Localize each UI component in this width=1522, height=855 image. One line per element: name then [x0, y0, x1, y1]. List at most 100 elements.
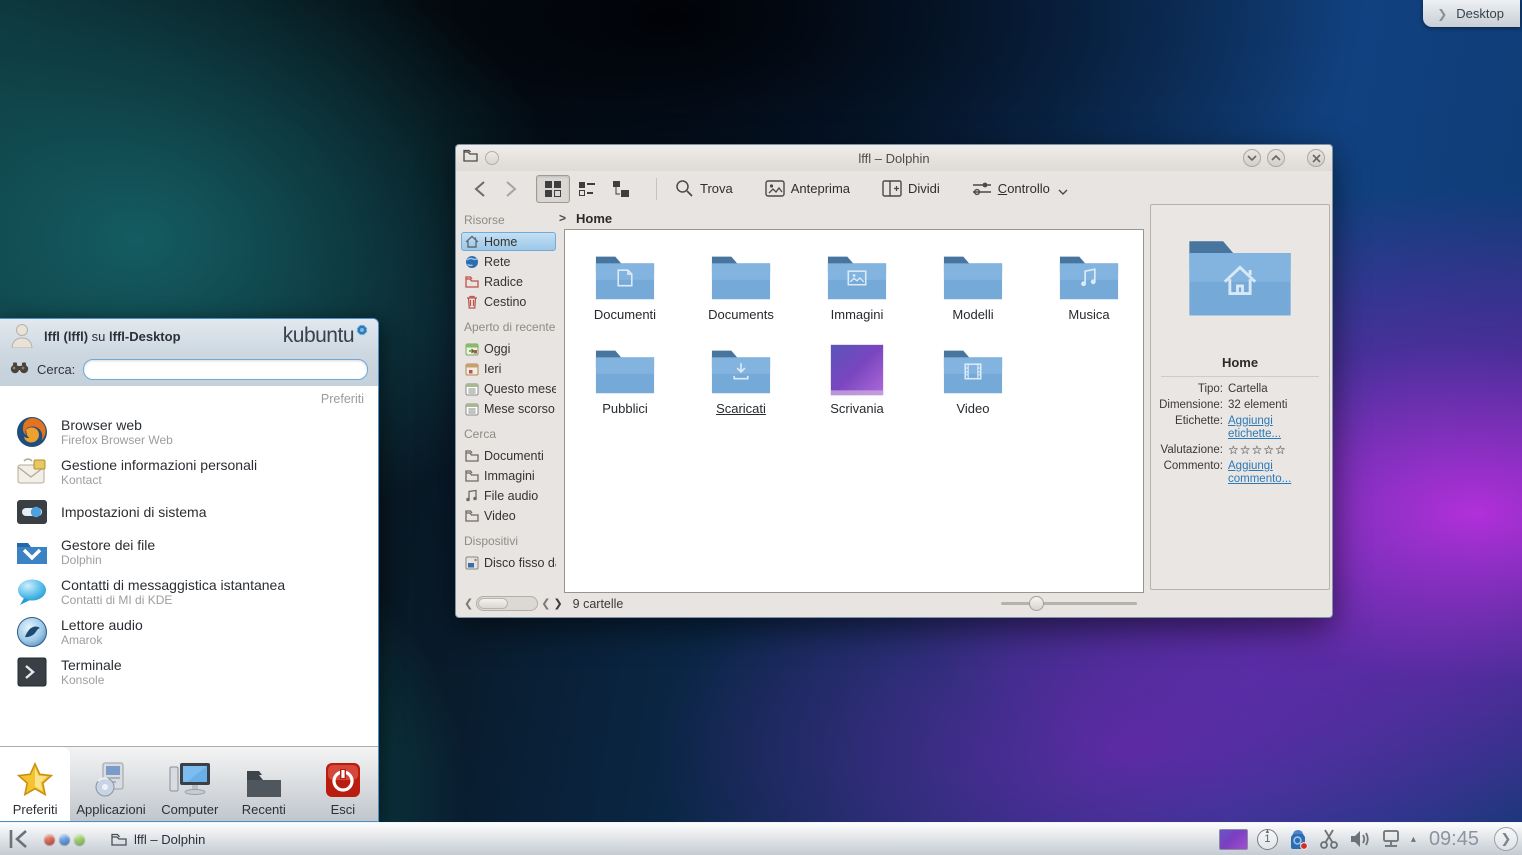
folder-item-hovered[interactable]: Scaricati: [683, 334, 799, 428]
scroll-left2-icon[interactable]: ❮: [541, 597, 550, 610]
folder-icon: [464, 448, 479, 463]
folder-item[interactable]: Pubblici: [567, 334, 683, 428]
place-root[interactable]: Radice: [461, 272, 556, 291]
place-today[interactable]: Oggi: [461, 339, 556, 358]
maximize-button[interactable]: [1267, 149, 1285, 167]
activity-dots[interactable]: [44, 834, 85, 845]
place-search-audio[interactable]: File audio: [461, 486, 556, 505]
breadcrumb-chevron-icon[interactable]: >: [559, 211, 566, 225]
folder-item[interactable]: Video: [915, 334, 1031, 428]
clipboard-scissors-icon[interactable]: [1318, 828, 1340, 850]
folder-item[interactable]: Immagini: [799, 240, 915, 334]
search-icon: [675, 179, 694, 198]
folder-item[interactable]: Documents: [683, 240, 799, 334]
forward-button[interactable]: [498, 176, 524, 202]
dolphin-toolbar: Trova Anteprima Dividi Controllo: [456, 171, 1332, 206]
calendar-yesterday-icon: [464, 361, 479, 376]
tab-leave[interactable]: Esci: [308, 747, 378, 822]
preview-button[interactable]: Anteprima: [759, 177, 856, 200]
tab-recent[interactable]: Recenti: [228, 747, 300, 822]
app-launcher-button[interactable]: [4, 825, 34, 853]
folder-item[interactable]: Scrivania: [799, 334, 915, 428]
green-dot-icon[interactable]: [74, 834, 85, 845]
app-item-amarok[interactable]: Lettore audioAmarok: [0, 612, 378, 652]
breadcrumb-current[interactable]: Home: [576, 211, 612, 226]
control-button[interactable]: Controllo: [966, 177, 1074, 200]
zoom-slider-handle[interactable]: [1029, 596, 1044, 611]
app-item-firefox[interactable]: Browser webFirefox Browser Web: [0, 412, 378, 452]
folder-red-icon: [464, 274, 479, 289]
app-title: Terminale: [61, 657, 122, 673]
search-label: Cerca:: [37, 362, 75, 377]
folder-icon: [942, 250, 1004, 302]
dolphin-titlebar[interactable]: lffl – Dolphin: [456, 145, 1332, 171]
blue-dot-icon[interactable]: [59, 834, 70, 845]
calendar-month-icon: [464, 381, 479, 396]
zoom-slider[interactable]: [1001, 594, 1137, 614]
minimize-button[interactable]: [1243, 149, 1261, 167]
place-this-month[interactable]: Questo mese: [461, 379, 556, 398]
notification-count: 1: [1264, 833, 1270, 845]
app-item-systemsettings[interactable]: Impostazioni di sistema: [0, 492, 378, 532]
details-view-button[interactable]: [604, 175, 638, 203]
place-trash[interactable]: Cestino: [461, 292, 556, 311]
folder-item[interactable]: Modelli: [915, 240, 1031, 334]
panel-toolbox-button[interactable]: ❯: [1494, 827, 1518, 851]
place-search-documents[interactable]: Documenti: [461, 446, 556, 465]
scroll-right-icon[interactable]: ❯: [553, 597, 562, 610]
task-label: lffl – Dolphin: [134, 832, 205, 847]
search-input[interactable]: [83, 359, 368, 380]
system-settings-icon: [16, 496, 48, 528]
places-scrollbar[interactable]: [476, 596, 538, 611]
tab-applications[interactable]: Applicazioni: [70, 747, 152, 822]
compact-view-button[interactable]: [570, 175, 604, 203]
taskbar-task-dolphin[interactable]: lffl – Dolphin: [101, 829, 215, 850]
icons-view-button[interactable]: [536, 175, 570, 203]
folder-icon: [710, 250, 772, 302]
red-dot-icon[interactable]: [44, 834, 55, 845]
place-network[interactable]: Rete: [461, 252, 556, 271]
software-updates-icon[interactable]: [1287, 828, 1309, 850]
place-search-video[interactable]: Video: [461, 506, 556, 525]
tab-favorites[interactable]: Preferiti: [0, 747, 70, 822]
place-last-month[interactable]: Mese scorso: [461, 399, 556, 418]
app-item-kontact[interactable]: Gestione informazioni personaliKontact: [0, 452, 378, 492]
back-button[interactable]: [466, 176, 492, 202]
place-search-images[interactable]: Immagini: [461, 466, 556, 485]
app-item-ktp-contacts[interactable]: Contatti di messaggistica istantaneaCont…: [0, 572, 378, 612]
split-button[interactable]: Dividi: [876, 177, 946, 200]
toolbox-chevron-icon: ❯: [1437, 7, 1447, 21]
place-harddisk[interactable]: Disco fisso da: [461, 553, 556, 572]
tab-computer[interactable]: Computer: [152, 747, 228, 822]
folder-item[interactable]: Musica: [1031, 240, 1147, 334]
place-home[interactable]: Home: [461, 232, 556, 251]
clock[interactable]: 09:45: [1429, 828, 1479, 851]
tray-expand-icon[interactable]: ▴: [1411, 834, 1416, 845]
desktop-toolbox[interactable]: ❯ Desktop: [1423, 0, 1520, 27]
app-item-konsole[interactable]: TerminaleKonsole: [0, 652, 378, 692]
info-rating-label: Valutazione:: [1151, 444, 1223, 457]
folder-view[interactable]: Documenti Documents: [564, 229, 1144, 593]
close-button[interactable]: [1307, 149, 1325, 167]
add-comment-link[interactable]: Aggiungi commento...: [1228, 460, 1310, 486]
add-tags-link[interactable]: Aggiungi etichette...: [1228, 415, 1323, 441]
folder-item[interactable]: Documenti: [567, 240, 683, 334]
amarok-icon: [16, 616, 48, 648]
app-subtitle: Konsole: [61, 673, 122, 687]
notifications-icon[interactable]: ▴ 1: [1257, 829, 1278, 850]
find-button[interactable]: Trova: [669, 176, 739, 201]
keep-above-button[interactable]: [485, 151, 499, 165]
window-menu-folder-icon[interactable]: [463, 149, 478, 167]
desktop-pager[interactable]: [1219, 829, 1248, 850]
status-count: 9 cartelle: [573, 597, 624, 611]
place-yesterday[interactable]: Ieri: [461, 359, 556, 378]
scroll-left-icon[interactable]: ❮: [464, 597, 473, 610]
host-name: lffl-Desktop: [109, 329, 181, 344]
rating-stars[interactable]: ☆☆☆☆☆: [1228, 444, 1287, 457]
network-icon[interactable]: [1380, 828, 1402, 850]
window-title: lffl – Dolphin: [583, 151, 1205, 166]
app-item-dolphin[interactable]: Gestore dei fileDolphin: [0, 532, 378, 572]
power-icon: [324, 755, 362, 799]
volume-icon[interactable]: [1349, 828, 1371, 850]
breadcrumb[interactable]: > Home: [559, 207, 612, 229]
